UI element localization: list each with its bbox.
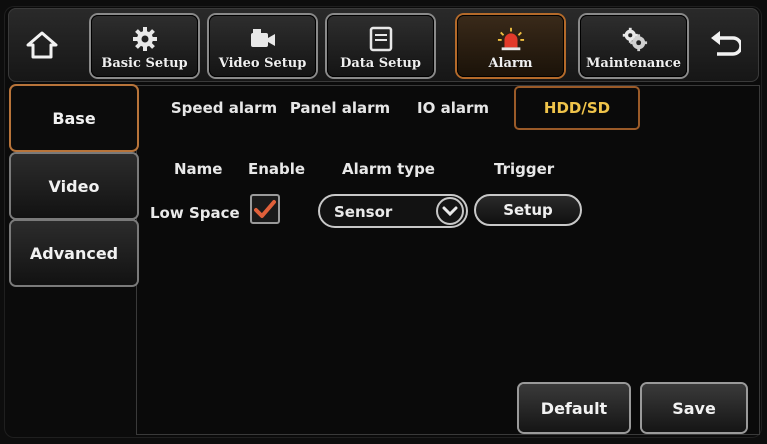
subtab-label: Speed alarm xyxy=(170,99,278,117)
subtab-hdd-sd[interactable]: HDD/SD xyxy=(516,88,638,128)
save-button[interactable]: Save xyxy=(642,384,746,432)
subtab-label: HDD/SD xyxy=(543,99,611,117)
sidebar-item-label: Base xyxy=(52,108,96,128)
sidebar-item-label: Video xyxy=(48,176,100,196)
header-enable: Enable xyxy=(248,160,306,178)
enable-checkbox[interactable] xyxy=(250,194,280,224)
back-arrow-icon xyxy=(711,31,741,56)
sidebar-item-video[interactable]: Video xyxy=(11,154,137,218)
default-label: Default xyxy=(540,398,608,418)
back-button[interactable] xyxy=(703,23,747,67)
tab-maintenance-label: Maintenance xyxy=(586,56,681,71)
camera-icon xyxy=(249,26,277,52)
sidebar-item-base[interactable]: Base xyxy=(11,86,137,150)
top-toolbar: Basic Setup Video Setup Data Setup Alarm… xyxy=(8,8,759,82)
checkmark-icon xyxy=(254,200,276,218)
header-trigger: Trigger xyxy=(494,160,555,178)
tab-basic-setup[interactable]: Basic Setup xyxy=(91,15,198,77)
header-alarm-type: Alarm type xyxy=(342,160,435,178)
tab-video-setup-label: Video Setup xyxy=(218,56,307,71)
tab-basic-setup-label: Basic Setup xyxy=(101,56,188,71)
tab-video-setup[interactable]: Video Setup xyxy=(209,15,316,77)
tab-data-setup[interactable]: Data Setup xyxy=(327,15,434,77)
sidebar-item-advanced[interactable]: Advanced xyxy=(11,221,137,285)
subtab-label: Panel alarm xyxy=(289,99,391,117)
tab-data-setup-label: Data Setup xyxy=(340,56,421,71)
header-name: Name xyxy=(174,160,223,178)
subtab-io-alarm[interactable]: IO alarm xyxy=(403,88,503,128)
home-icon xyxy=(26,31,58,59)
storage-icon xyxy=(367,26,395,52)
alarm-siren-icon xyxy=(497,26,525,52)
trigger-setup-button[interactable]: Setup xyxy=(474,194,582,226)
tab-maintenance[interactable]: Maintenance xyxy=(580,15,687,77)
tab-alarm[interactable]: Alarm xyxy=(457,15,564,77)
sidebar-item-label: Advanced xyxy=(29,243,119,263)
alarm-type-value: Sensor xyxy=(334,203,393,221)
tab-alarm-label: Alarm xyxy=(488,56,533,71)
home-button[interactable] xyxy=(20,23,64,67)
chevron-down-icon[interactable] xyxy=(436,197,464,225)
subtab-panel-alarm[interactable]: Panel alarm xyxy=(285,88,395,128)
setup-label: Setup xyxy=(503,201,553,219)
save-label: Save xyxy=(672,398,716,418)
gear-icon xyxy=(131,26,159,52)
subtab-speed-alarm[interactable]: Speed alarm xyxy=(163,88,285,128)
default-button[interactable]: Default xyxy=(519,384,629,432)
subtab-label: IO alarm xyxy=(417,99,489,117)
content-panel xyxy=(137,86,759,434)
alarm-type-select[interactable]: Sensor xyxy=(318,194,468,228)
gears-icon xyxy=(620,26,648,52)
row-name-low-space: Low Space xyxy=(150,204,240,222)
